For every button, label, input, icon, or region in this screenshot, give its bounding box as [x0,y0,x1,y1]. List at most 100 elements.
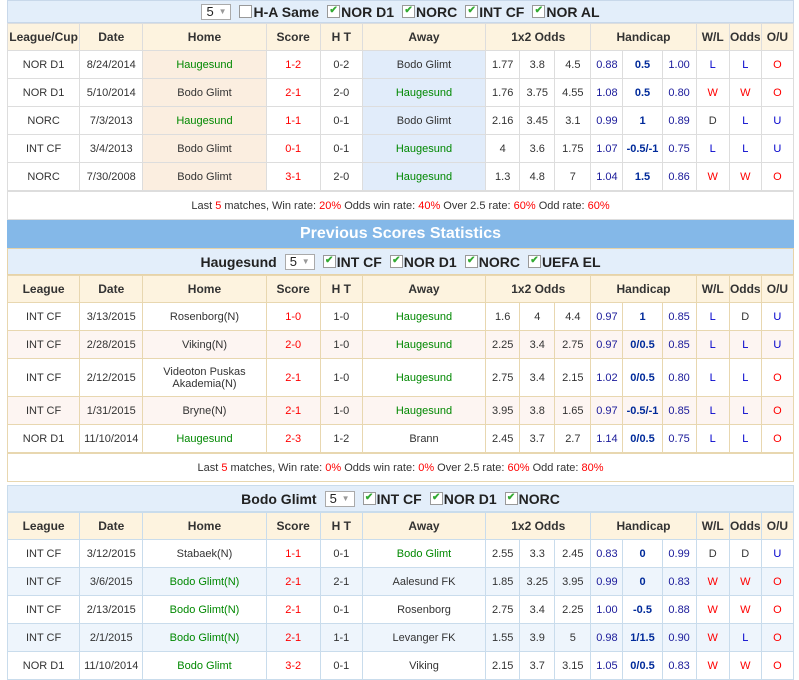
checkmark-icon: ✔ [465,5,479,18]
handicap-home-cell: 1.00 [590,595,624,624]
table-row: INT CF 2/1/2015 Bodo Glimt(N) 2-1 1-1 Levange… [6,623,795,652]
score-cell: 2-1 [265,358,321,397]
away-team-cell[interactable]: Haugesund [361,162,487,191]
column-header: H T [319,512,363,540]
filter-checkbox-norc[interactable]: ✔ NORC [464,254,520,270]
away-team-cell[interactable]: Bodo Glimt [361,50,487,79]
odds-result-cell: L [728,50,762,79]
handicap-away-cell: 0.83 [661,651,697,680]
column-header: O/U [760,512,795,540]
handicap-line-cell: 1 [622,302,663,331]
away-team-cell[interactable]: Viking [361,651,487,680]
handicap-line-cell: 0 [622,567,663,596]
handicap-away-cell: 0.89 [661,106,697,135]
win-loss-cell: L [695,330,730,359]
handicap-away-cell: 0.99 [661,539,697,568]
win-loss-cell: W [695,162,730,191]
away-team-cell[interactable]: Haugesund [361,302,487,331]
column-header: Handicap [590,23,697,51]
column-header: League/Cup [6,23,81,51]
table-row: NOR D1 11/10/2014 Bodo Glimt 3-2 0-1 Viking 2.… [6,651,795,680]
filter-checkbox-int-cf[interactable]: ✔ INT CF [465,4,524,20]
away-team-cell[interactable]: Bodo Glimt [361,539,487,568]
away-team-cell[interactable]: Rosenborg [361,595,487,624]
filter-label: NORC [416,3,458,20]
date-cell: 3/13/2015 [79,302,144,331]
home-team-cell[interactable]: Viking(N) [142,330,267,359]
handicap-line-cell: -0.5/-1 [622,396,663,425]
home-team-cell[interactable]: Rosenborg(N) [142,302,267,331]
handicap-line-cell: 0/0.5 [622,424,663,453]
filter-checkbox-nor-d1[interactable]: ✔ NOR D1 [389,253,457,270]
over-under-cell: O [760,358,795,397]
filter-checkbox-nor-al[interactable]: ✔ NOR AL [532,4,600,20]
home-team-cell[interactable]: Stabaek(N) [142,539,267,568]
score-cell: 3-2 [265,651,321,680]
summary-win: 0% [325,461,342,474]
filter-label: UEFA EL [541,253,601,270]
odds-away-cell: 4.55 [554,78,592,107]
home-team-cell[interactable]: Haugesund [142,424,267,453]
home-team-cell[interactable]: Bryne(N) [142,396,267,425]
column-header: H T [319,23,363,51]
away-team-cell[interactable]: Haugesund [361,330,487,359]
filter-checkbox-nor-d1[interactable]: ✔ NOR D1 [429,491,497,507]
home-count-select[interactable]: 5 ▼ [284,253,315,270]
table-row: NOR D1 5/10/2014 Bodo Glimt 2-1 2-0 Haugesund… [6,78,795,107]
over-under-cell: U [760,539,795,568]
filter-label: INT CF [376,490,422,507]
away-team-cell[interactable]: Brann [361,424,487,453]
away-team-cell[interactable]: Aalesund FK [361,567,487,596]
filter-checkbox-uefa-el[interactable]: ✔ UEFA EL [527,253,601,270]
odds-away-cell: 2.25 [554,595,592,624]
away-team-cell[interactable]: Haugesund [361,78,487,107]
away-team-cell[interactable]: Haugesund [361,134,487,163]
home-team-cell[interactable]: Bodo Glimt [142,134,267,163]
filter-checkbox-nor-d1[interactable]: ✔ NOR D1 [327,4,394,20]
column-header: Away [361,275,487,303]
filter-checkbox-int-cf[interactable]: ✔ INT CF [322,254,382,270]
halftime-cell: 0-1 [319,651,363,680]
league-cell: INT CF [6,134,81,163]
handicap-away-cell: 0.85 [661,302,697,331]
away-team-cell[interactable]: Haugesund [361,396,487,425]
filter-checkbox-int-cf[interactable]: ✔ INT CF [362,490,422,507]
date-cell: 2/13/2015 [79,595,144,624]
odds-draw-cell: 3.7 [519,424,556,453]
home-team-cell[interactable]: Bodo Glimt [142,162,267,191]
home-team-cell[interactable]: Bodo Glimt [142,651,267,680]
away-count-select[interactable]: 5 ▼ [324,490,355,507]
away-team-cell[interactable]: Levanger FK [361,623,487,652]
filter-checkbox-norc[interactable]: ✔ NORC [402,4,457,20]
home-team-cell[interactable]: Bodo Glimt(N) [142,623,267,652]
ha-same-checkbox[interactable]: H-A Same [239,4,319,20]
halftime-cell: 1-0 [319,396,363,425]
home-team-cell[interactable]: Haugesund [142,50,267,79]
home-team-cell[interactable]: Bodo Glimt [142,78,267,107]
odds-away-cell: 3.1 [554,106,592,135]
h2h-count-select[interactable]: 5 ▼ [201,3,232,20]
halftime-cell: 0-2 [319,50,363,79]
filter-checkbox-norc[interactable]: ✔ NORC [504,491,560,507]
score-cell: 2-1 [265,396,321,425]
home-team-cell[interactable]: Haugesund [142,106,267,135]
h2h-summary: Last 5 matches, Win rate: 20% Odds win r… [7,191,794,220]
win-loss-cell: W [695,623,730,652]
column-header: Score [265,275,321,303]
home-team-cell[interactable]: Videoton Puskas Akademia(N) [142,358,267,397]
home-team-cell[interactable]: Bodo Glimt(N) [142,567,267,596]
ha-same-label: H-A Same [253,3,320,20]
away-team-cell[interactable]: Bodo Glimt [361,106,487,135]
handicap-home-cell: 1.04 [590,162,624,191]
win-loss-cell: L [695,302,730,331]
home-team-cell[interactable]: Bodo Glimt(N) [142,595,267,624]
column-header: Odds [728,512,762,540]
league-cell: INT CF [6,623,81,652]
summary-odds-l: Odds win rate: [341,461,419,474]
count-value: 5 [206,4,214,19]
column-header: Away [361,23,487,51]
filter-label: NOR D1 [403,253,457,270]
summary-over: 60% [507,461,530,474]
date-cell: 2/1/2015 [79,623,144,652]
away-team-cell[interactable]: Haugesund [361,358,487,397]
